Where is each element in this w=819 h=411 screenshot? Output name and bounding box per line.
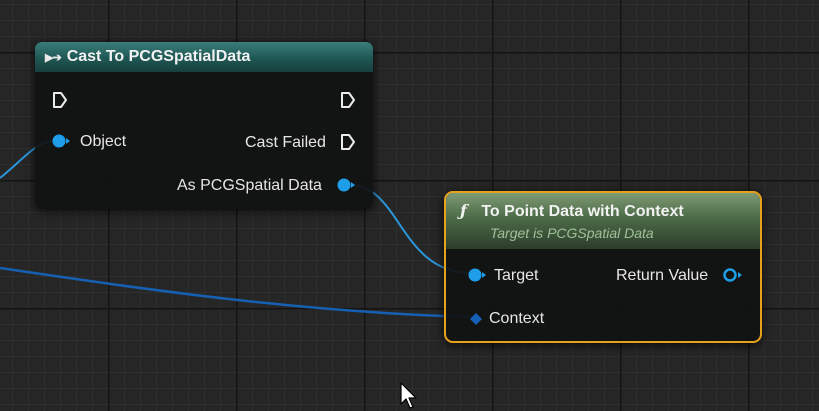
cast-failed-label: Cast Failed (245, 134, 326, 151)
to-point-node-subtitle: Target is PCGSpatial Data (490, 225, 654, 241)
cast-arrow-icon: ▶➔ (45, 51, 62, 64)
target-pin-icon[interactable] (467, 267, 487, 283)
return-value-pin-icon[interactable] (722, 267, 744, 283)
to-point-node-title: To Point Data with Context (481, 203, 684, 220)
cast-node-header[interactable]: ▶➔ Cast To PCGSpatialData (35, 42, 373, 72)
exec-in-pin-icon[interactable] (52, 91, 68, 109)
cast-node-title: Cast To PCGSpatialData (66, 48, 251, 65)
cast-failed-exec-pin-icon[interactable] (340, 133, 356, 151)
object-pin-label: Object (80, 133, 127, 150)
as-pcgspatial-data-pin-icon[interactable] (336, 177, 356, 193)
context-pin-label: Context (489, 310, 545, 327)
return-value-label: Return Value (616, 267, 709, 284)
wire-context-input[interactable] (0, 266, 473, 319)
to-point-data-with-context-node[interactable]: ƒ To Point Data with Context Target is P… (444, 191, 762, 343)
object-pin-icon[interactable] (51, 133, 71, 149)
target-pin-label: Target (494, 267, 539, 284)
as-pcgspatial-data-label: As PCGSpatial Data (177, 177, 322, 194)
context-pin-icon[interactable] (469, 312, 483, 326)
exec-out-pin-icon[interactable] (340, 91, 356, 109)
function-icon: ƒ (460, 201, 467, 220)
cast-to-pcgspatialdata-node[interactable]: ▶➔ Cast To PCGSpatialData Object Cast Fa… (35, 42, 373, 209)
to-point-node-header[interactable]: ƒ To Point Data with Context Target is P… (446, 193, 760, 249)
mouse-pointer-icon (400, 382, 417, 409)
